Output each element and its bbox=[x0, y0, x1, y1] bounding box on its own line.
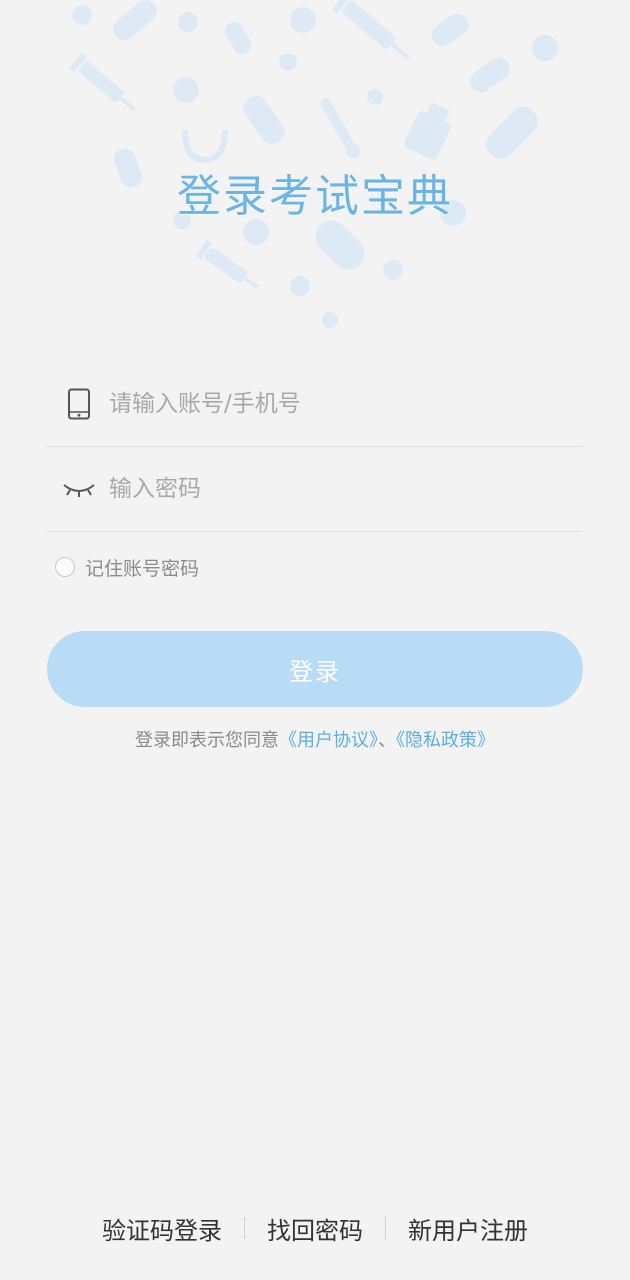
login-screen: 登录考试宝典 请输入账号/手机号 记住账号密码 登录 登录即表示您同意《用户协议… bbox=[0, 0, 630, 1280]
user-agreement-link[interactable]: 《用户协议》 bbox=[279, 730, 378, 751]
remember-radio-icon[interactable] bbox=[55, 557, 75, 577]
forgot-password-link[interactable]: 找回密码 bbox=[245, 1211, 385, 1246]
login-form: 记住账号密码 bbox=[47, 362, 583, 580]
eye-closed-icon[interactable] bbox=[49, 469, 109, 509]
register-link[interactable]: 新用户注册 bbox=[386, 1211, 550, 1246]
privacy-policy-link[interactable]: 《隐私政策》 bbox=[396, 730, 495, 751]
password-input[interactable] bbox=[109, 469, 583, 509]
remember-label: 记住账号密码 bbox=[85, 557, 200, 580]
agreement-separator: 、 bbox=[378, 730, 396, 751]
footer-links: 验证码登录 找回密码 新用户注册 bbox=[0, 1208, 630, 1248]
sms-login-link[interactable]: 验证码登录 bbox=[80, 1211, 244, 1246]
page-title: 登录考试宝典 bbox=[177, 171, 453, 222]
login-button[interactable]: 登录 bbox=[47, 631, 583, 707]
remember-password-checkbox[interactable]: 记住账号密码 bbox=[55, 554, 583, 580]
phone-icon bbox=[49, 384, 109, 424]
account-field-row bbox=[47, 362, 583, 447]
agreement-prefix: 登录即表示您同意 bbox=[135, 730, 279, 751]
password-field-row bbox=[47, 447, 583, 532]
agreement-text: 登录即表示您同意《用户协议》、《隐私政策》 bbox=[0, 726, 630, 752]
account-input[interactable] bbox=[109, 384, 583, 424]
